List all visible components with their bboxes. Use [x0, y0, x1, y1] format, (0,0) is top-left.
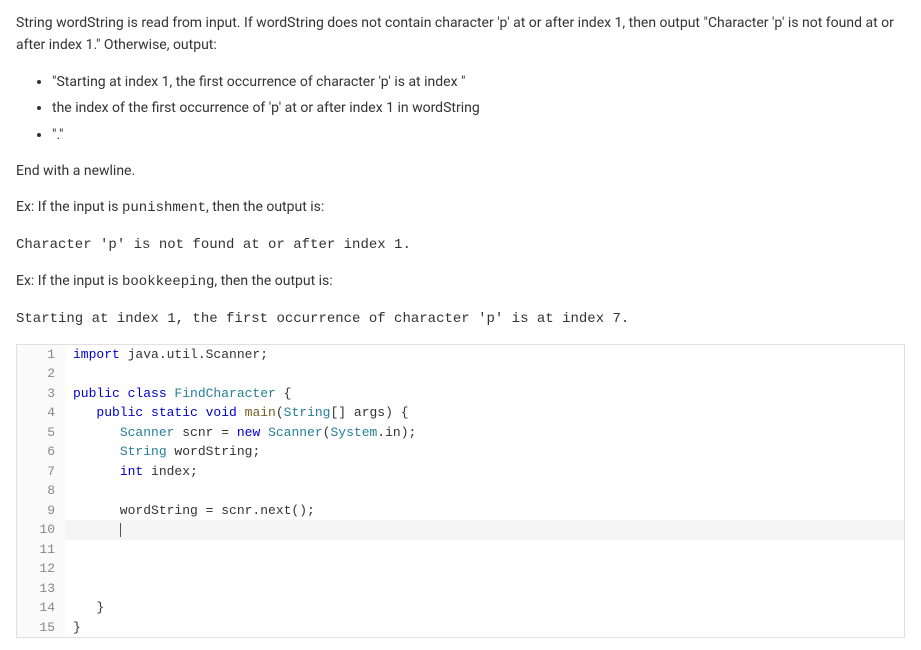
- text-cursor: [120, 523, 121, 537]
- code-content[interactable]: }: [65, 618, 904, 638]
- line-number: 13: [17, 579, 65, 599]
- code-content[interactable]: [65, 559, 904, 579]
- bullet-1: "Starting at index 1, the first occurren…: [52, 71, 905, 93]
- code-line[interactable]: 2: [17, 364, 904, 384]
- code-content[interactable]: wordString = scnr.next();: [65, 501, 904, 521]
- line-number: 4: [17, 403, 65, 423]
- example-1-output: Character 'p' is not found at or after i…: [16, 234, 905, 256]
- code-content[interactable]: [65, 364, 904, 384]
- line-number: 15: [17, 618, 65, 638]
- ex1-input: punishment: [122, 200, 206, 216]
- line-number: 14: [17, 598, 65, 618]
- code-content[interactable]: public class FindCharacter {: [65, 384, 904, 404]
- ex1-suffix: , then the output is:: [206, 199, 324, 215]
- example-2-output: Starting at index 1, the first occurrenc…: [16, 308, 905, 330]
- code-editor[interactable]: 1import java.util.Scanner;2 3public clas…: [16, 344, 905, 639]
- code-line[interactable]: 9 wordString = scnr.next();: [17, 501, 904, 521]
- bullet-3: ".": [52, 124, 905, 146]
- code-line[interactable]: 4 public static void main(String[] args)…: [17, 403, 904, 423]
- ex2-suffix: , then the output is:: [214, 273, 332, 289]
- line-number: 9: [17, 501, 65, 521]
- code-content[interactable]: int index;: [65, 462, 904, 482]
- line-number: 7: [17, 462, 65, 482]
- code-content[interactable]: [65, 540, 904, 560]
- code-content[interactable]: Scanner scnr = new Scanner(System.in);: [65, 423, 904, 443]
- code-line[interactable]: 14 }: [17, 598, 904, 618]
- code-line[interactable]: 13: [17, 579, 904, 599]
- ex2-input: bookkeeping: [122, 274, 214, 290]
- line-number: 1: [17, 345, 65, 365]
- code-line[interactable]: 10: [17, 520, 904, 540]
- code-content[interactable]: [65, 481, 904, 501]
- line-number: 6: [17, 442, 65, 462]
- code-line[interactable]: 1import java.util.Scanner;: [17, 345, 904, 365]
- code-line[interactable]: 11: [17, 540, 904, 560]
- code-content[interactable]: }: [65, 598, 904, 618]
- requirement-bullets: "Starting at index 1, the first occurren…: [52, 71, 905, 146]
- line-number: 2: [17, 364, 65, 384]
- line-number: 10: [17, 520, 65, 540]
- code-line[interactable]: 7 int index;: [17, 462, 904, 482]
- code-content[interactable]: [65, 579, 904, 599]
- code-line[interactable]: 3public class FindCharacter {: [17, 384, 904, 404]
- code-content[interactable]: import java.util.Scanner;: [65, 345, 904, 365]
- line-number: 12: [17, 559, 65, 579]
- end-newline-note: End with a newline.: [16, 160, 905, 182]
- code-line[interactable]: 12: [17, 559, 904, 579]
- line-number: 11: [17, 540, 65, 560]
- code-line[interactable]: 8: [17, 481, 904, 501]
- line-number: 5: [17, 423, 65, 443]
- bullet-2: the index of the first occurrence of 'p'…: [52, 97, 905, 119]
- example-1-prompt: Ex: If the input is punishment, then the…: [16, 196, 905, 219]
- code-line[interactable]: 6 String wordString;: [17, 442, 904, 462]
- code-content[interactable]: String wordString;: [65, 442, 904, 462]
- code-content[interactable]: [65, 520, 904, 540]
- example-2-prompt: Ex: If the input is bookkeeping, then th…: [16, 270, 905, 293]
- ex2-prefix: Ex: If the input is: [16, 273, 122, 289]
- line-number: 3: [17, 384, 65, 404]
- code-line[interactable]: 15}: [17, 618, 904, 638]
- code-line[interactable]: 5 Scanner scnr = new Scanner(System.in);: [17, 423, 904, 443]
- line-number: 8: [17, 481, 65, 501]
- code-content[interactable]: public static void main(String[] args) {: [65, 403, 904, 423]
- problem-paragraph-1: String wordString is read from input. If…: [16, 12, 905, 57]
- ex1-prefix: Ex: If the input is: [16, 199, 122, 215]
